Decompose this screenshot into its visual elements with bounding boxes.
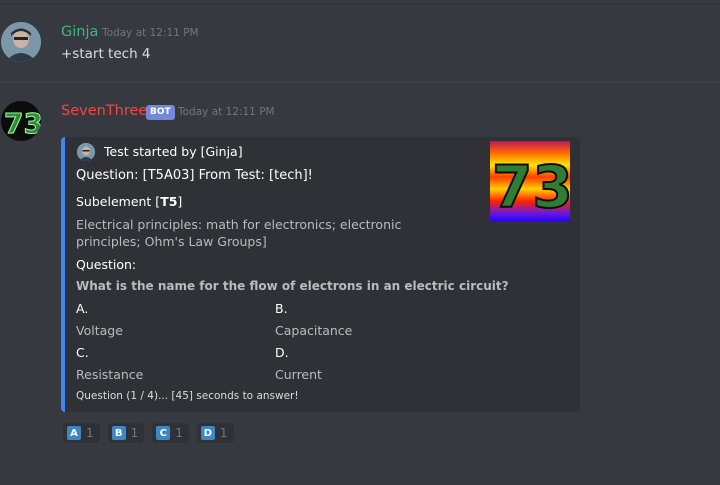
embed-thumbnail[interactable]: 73: [490, 141, 574, 222]
quiz-embed: Test started by [Ginja] Question: [T5A03…: [61, 137, 580, 412]
seventhree-avatar[interactable]: 73: [1, 101, 41, 141]
reaction-count: 1: [86, 426, 94, 440]
embed-footer: Question (1 / 4)... [45] seconds to answ…: [76, 390, 299, 402]
option-d-value: Current: [275, 367, 322, 382]
message-timestamp: Today at 12:11 PM: [102, 27, 199, 39]
reaction-a[interactable]: A 1: [63, 423, 100, 443]
embed-author-icon: [77, 143, 95, 161]
regional-c-icon: C: [156, 426, 171, 440]
option-a-label: A.: [76, 301, 89, 316]
subelement-prefix: Subelement [: [76, 194, 161, 209]
message-text: +start tech 4: [61, 46, 151, 62]
embed-title: Question: [T5A03] From Test: [tech]!: [76, 168, 313, 183]
reaction-count: 1: [130, 426, 139, 440]
svg-text:73: 73: [492, 153, 570, 221]
bot-badge: BOT: [146, 105, 175, 120]
subelement-suffix: ]: [177, 194, 183, 209]
ginja-avatar[interactable]: [1, 22, 41, 62]
subelement-description: Electrical principles: math for electron…: [76, 217, 402, 249]
reaction-d[interactable]: D 1: [196, 423, 234, 443]
reaction-c[interactable]: C 1: [152, 423, 189, 443]
svg-text:73: 73: [4, 107, 41, 140]
question-label: Question:: [76, 257, 137, 272]
option-d-label: D.: [275, 345, 289, 360]
option-a-value: Voltage: [76, 323, 123, 338]
reaction-count: 1: [175, 426, 183, 440]
option-b-label: B.: [275, 301, 288, 316]
subelement-code: T5: [160, 194, 178, 209]
reaction-count: 1: [219, 426, 228, 440]
regional-d-icon: D: [200, 426, 215, 440]
option-c-value: Resistance: [76, 367, 144, 382]
author-name[interactable]: Ginja: [61, 24, 98, 40]
reaction-bar: A 1 B 1 C 1 D 1: [63, 423, 234, 443]
option-b-value: Capacitance: [275, 323, 353, 338]
reaction-b[interactable]: B 1: [107, 423, 145, 443]
message-timestamp: Today at 12:11 PM: [178, 106, 275, 118]
top-border: [0, 3, 720, 4]
embed-author: Test started by [Ginja]: [104, 144, 243, 159]
regional-a-icon: A: [67, 426, 81, 440]
option-c-label: C.: [76, 345, 89, 360]
message-divider: [0, 82, 720, 83]
subelement-label: Subelement [T5]: [76, 194, 182, 209]
regional-b-icon: B: [111, 426, 126, 440]
author-name[interactable]: SevenThree: [61, 103, 147, 119]
question-text: What is the name for the flow of electro…: [76, 279, 509, 293]
